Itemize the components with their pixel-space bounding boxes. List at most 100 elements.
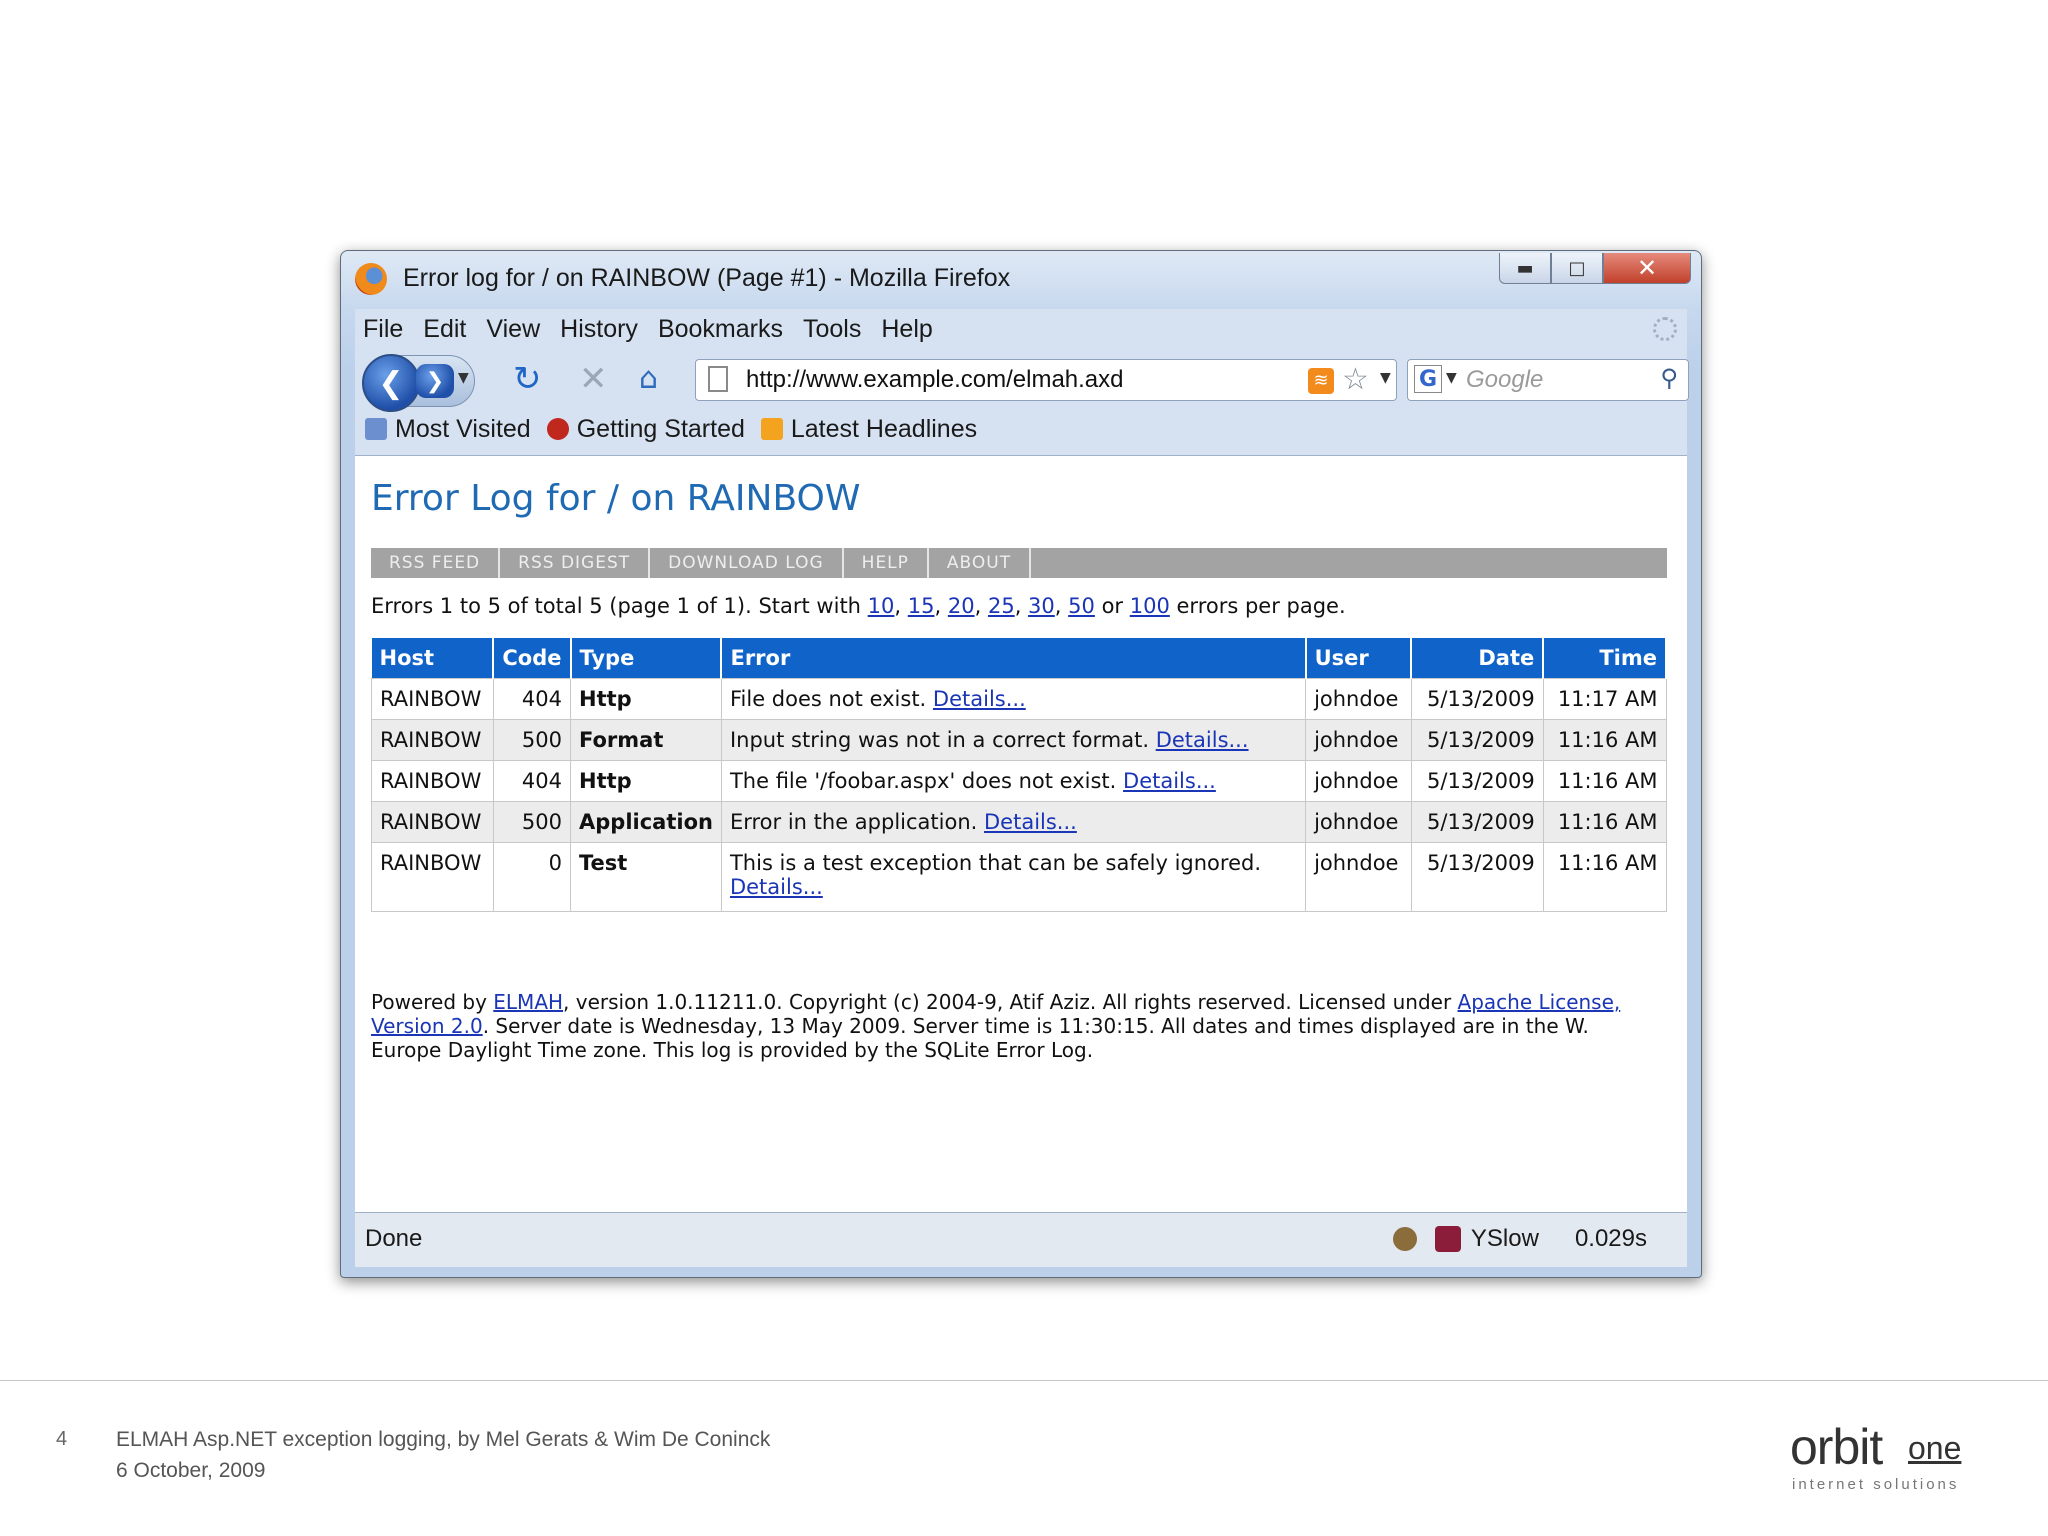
- page-size-50-link[interactable]: 50: [1068, 594, 1095, 618]
- time-cell: 11:16 AM: [1542, 719, 1667, 761]
- code-cell: 0: [492, 842, 572, 912]
- bookmark-latest-headlines[interactable]: Latest Headlines: [760, 415, 977, 444]
- logo-tagline: internet solutions: [1792, 1476, 1960, 1493]
- home-icon[interactable]: ⌂: [639, 359, 658, 399]
- menu-file[interactable]: File: [363, 315, 403, 344]
- history-dropdown-icon[interactable]: ▼: [458, 370, 469, 386]
- host-cell: RAINBOW: [371, 678, 494, 720]
- column-header-user: User: [1305, 638, 1413, 679]
- user-cell: johndoe: [1305, 801, 1412, 843]
- menu-help[interactable]: Help: [881, 315, 932, 344]
- about-link[interactable]: ABOUT: [929, 548, 1032, 578]
- status-bar: Done YSlow 0.029s: [355, 1212, 1687, 1267]
- table-row: RAINBOW 500 Application Error in the app…: [371, 801, 1667, 843]
- navigation-toolbar: ❮ ❯ ▼ ↻ ✕ ⌂ http://www.example.com/elmah…: [355, 353, 1689, 412]
- user-cell: johndoe: [1305, 842, 1412, 912]
- column-header-code: Code: [493, 638, 572, 679]
- menu-bookmarks[interactable]: Bookmarks: [658, 315, 783, 344]
- page-content: Error Log for / on RAINBOW RSS FEED RSS …: [355, 455, 1687, 1222]
- getting-started-icon: [546, 418, 569, 440]
- details-link[interactable]: Details...: [1123, 769, 1216, 793]
- maximize-button[interactable]: □: [1551, 253, 1603, 284]
- window-title: Error log for / on RAINBOW (Page #1) - M…: [403, 264, 1011, 292]
- slide-number: 4: [56, 1428, 68, 1450]
- url-text[interactable]: http://www.example.com/elmah.axd: [746, 366, 1124, 394]
- paging-suffix: errors per page.: [1176, 594, 1346, 618]
- yslow-label[interactable]: YSlow: [1471, 1225, 1539, 1253]
- footer-text: . Server date is Wednesday, 13 May 2009.…: [371, 1014, 1589, 1062]
- rss-digest-link[interactable]: RSS DIGEST: [500, 548, 651, 578]
- rss-feed-link[interactable]: RSS FEED: [371, 548, 501, 578]
- back-button[interactable]: ❮: [362, 354, 420, 412]
- date-cell: 5/13/2009: [1410, 678, 1544, 720]
- menu-bar: File Edit View History Bookmarks Tools H…: [355, 309, 1687, 349]
- firefox-logo-icon: [355, 263, 387, 295]
- user-cell: johndoe: [1305, 678, 1412, 720]
- column-header-type: Type: [570, 638, 723, 679]
- error-cell: File does not exist. Details...: [720, 678, 1307, 720]
- host-cell: RAINBOW: [371, 760, 494, 802]
- date-cell: 5/13/2009: [1410, 801, 1544, 843]
- page-size-20-link[interactable]: 20: [948, 594, 975, 618]
- bookmark-star-icon[interactable]: ☆: [1342, 362, 1369, 397]
- url-dropdown-icon[interactable]: ▼: [1380, 370, 1391, 386]
- search-icon[interactable]: ⚲: [1660, 364, 1678, 392]
- details-link[interactable]: Details...: [730, 875, 823, 899]
- status-addons: YSlow 0.029s: [1392, 1225, 1647, 1253]
- menu-tools[interactable]: Tools: [803, 315, 861, 344]
- reload-icon[interactable]: ↻: [513, 359, 542, 399]
- page-size-25-link[interactable]: 25: [988, 594, 1015, 618]
- user-cell: johndoe: [1305, 719, 1412, 761]
- bookmark-getting-started[interactable]: Getting Started: [546, 414, 745, 444]
- page-size-100-link[interactable]: 100: [1130, 594, 1170, 618]
- google-engine-icon[interactable]: G: [1414, 365, 1442, 393]
- table-row: RAINBOW 404 Http The file '/foobar.aspx'…: [371, 760, 1667, 802]
- page-size-10-link[interactable]: 10: [868, 594, 895, 618]
- logo-main-text: orbit: [1790, 1419, 1883, 1475]
- page-size-30-link[interactable]: 30: [1028, 594, 1055, 618]
- menu-history[interactable]: History: [560, 315, 638, 344]
- details-link[interactable]: Details...: [984, 810, 1077, 834]
- page-icon: [708, 366, 728, 392]
- page-size-15-link[interactable]: 15: [908, 594, 935, 618]
- column-header-date: Date: [1411, 638, 1545, 679]
- error-message: Input string was not in a correct format…: [729, 728, 1150, 752]
- slide-divider: [0, 1380, 2048, 1381]
- menu-view[interactable]: View: [486, 315, 540, 344]
- column-header-error: Error: [721, 638, 1307, 679]
- search-bar[interactable]: G ▼ Google ⚲: [1407, 359, 1689, 401]
- page-footer: Powered by ELMAH, version 1.0.11211.0. C…: [371, 990, 1661, 1062]
- table-row: RAINBOW 500 Format Input string was not …: [371, 719, 1667, 761]
- user-cell: johndoe: [1305, 760, 1412, 802]
- rss-feed-icon[interactable]: ≋: [1308, 368, 1334, 394]
- browser-client: File Edit View History Bookmarks Tools H…: [355, 309, 1689, 1267]
- bookmark-most-visited[interactable]: Most Visited: [365, 415, 531, 444]
- bookmark-label: Getting Started: [576, 414, 745, 443]
- search-placeholder[interactable]: Google: [1466, 366, 1543, 394]
- help-link[interactable]: HELP: [844, 548, 929, 578]
- elmah-link[interactable]: ELMAH: [493, 990, 563, 1014]
- paging-prefix: Errors 1 to 5 of total 5 (page 1 of 1). …: [371, 594, 861, 618]
- forward-button[interactable]: ❯: [416, 364, 454, 398]
- maximize-icon: □: [1568, 257, 1586, 279]
- minimize-button[interactable]: ▬: [1499, 253, 1551, 284]
- error-cell: The file '/foobar.aspx' does not exist. …: [720, 760, 1307, 802]
- url-bar[interactable]: http://www.example.com/elmah.axd ≋ ☆ ▼: [695, 359, 1397, 401]
- close-button[interactable]: ✕: [1603, 253, 1691, 284]
- paging-info: Errors 1 to 5 of total 5 (page 1 of 1). …: [371, 594, 1346, 618]
- error-cell: Error in the application. Details...: [720, 801, 1307, 843]
- firebug-icon[interactable]: [1392, 1227, 1417, 1251]
- status-text: Done: [365, 1225, 423, 1252]
- yslow-icon[interactable]: [1434, 1226, 1461, 1252]
- engine-dropdown-icon[interactable]: ▼: [1446, 370, 1457, 386]
- download-log-link[interactable]: DOWNLOAD LOG: [650, 548, 844, 578]
- forward-arrow-icon: ❯: [425, 368, 445, 394]
- details-link[interactable]: Details...: [1156, 728, 1249, 752]
- details-link[interactable]: Details...: [933, 687, 1026, 711]
- back-arrow-icon: ❮: [378, 365, 404, 401]
- error-log-table: Host Code Type Error User Date Time RAIN…: [371, 638, 1667, 912]
- menu-edit[interactable]: Edit: [423, 315, 466, 344]
- footer-text: Powered by: [371, 990, 487, 1014]
- bookmark-label: Most Visited: [395, 414, 531, 443]
- stop-icon[interactable]: ✕: [579, 359, 608, 399]
